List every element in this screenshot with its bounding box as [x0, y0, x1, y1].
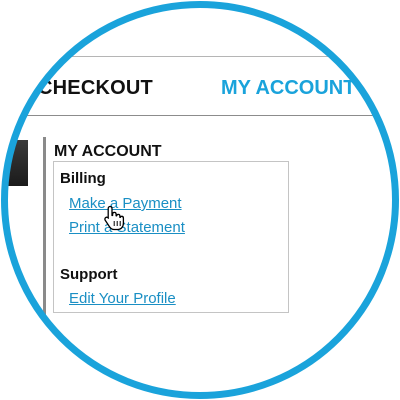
billing-heading: Billing: [60, 170, 106, 187]
side-tab[interactable]: [3, 140, 28, 186]
nav-divider-top: [3, 56, 397, 57]
sidebar-divider: [43, 137, 46, 337]
edit-your-profile-link[interactable]: Edit Your Profile: [69, 290, 176, 307]
nav-my-account-tab[interactable]: MY ACCOUNT: [221, 77, 355, 100]
nav-checkout-tab[interactable]: CHECKOUT: [38, 77, 153, 100]
make-a-payment-link[interactable]: Make a Payment: [69, 195, 182, 212]
magnified-view: CHECKOUT MY ACCOUNT MY ACCOUNT Billing M…: [3, 3, 397, 397]
account-panel-title: MY ACCOUNT: [54, 143, 162, 160]
print-a-statement-link[interactable]: Print a Statement: [69, 219, 185, 236]
zoom-frame: CHECKOUT MY ACCOUNT MY ACCOUNT Billing M…: [0, 0, 400, 400]
nav-divider-bottom: [3, 115, 397, 116]
hand-pointer-icon: [104, 205, 125, 231]
support-heading: Support: [60, 266, 118, 283]
top-navigation: CHECKOUT MY ACCOUNT: [3, 3, 397, 138]
